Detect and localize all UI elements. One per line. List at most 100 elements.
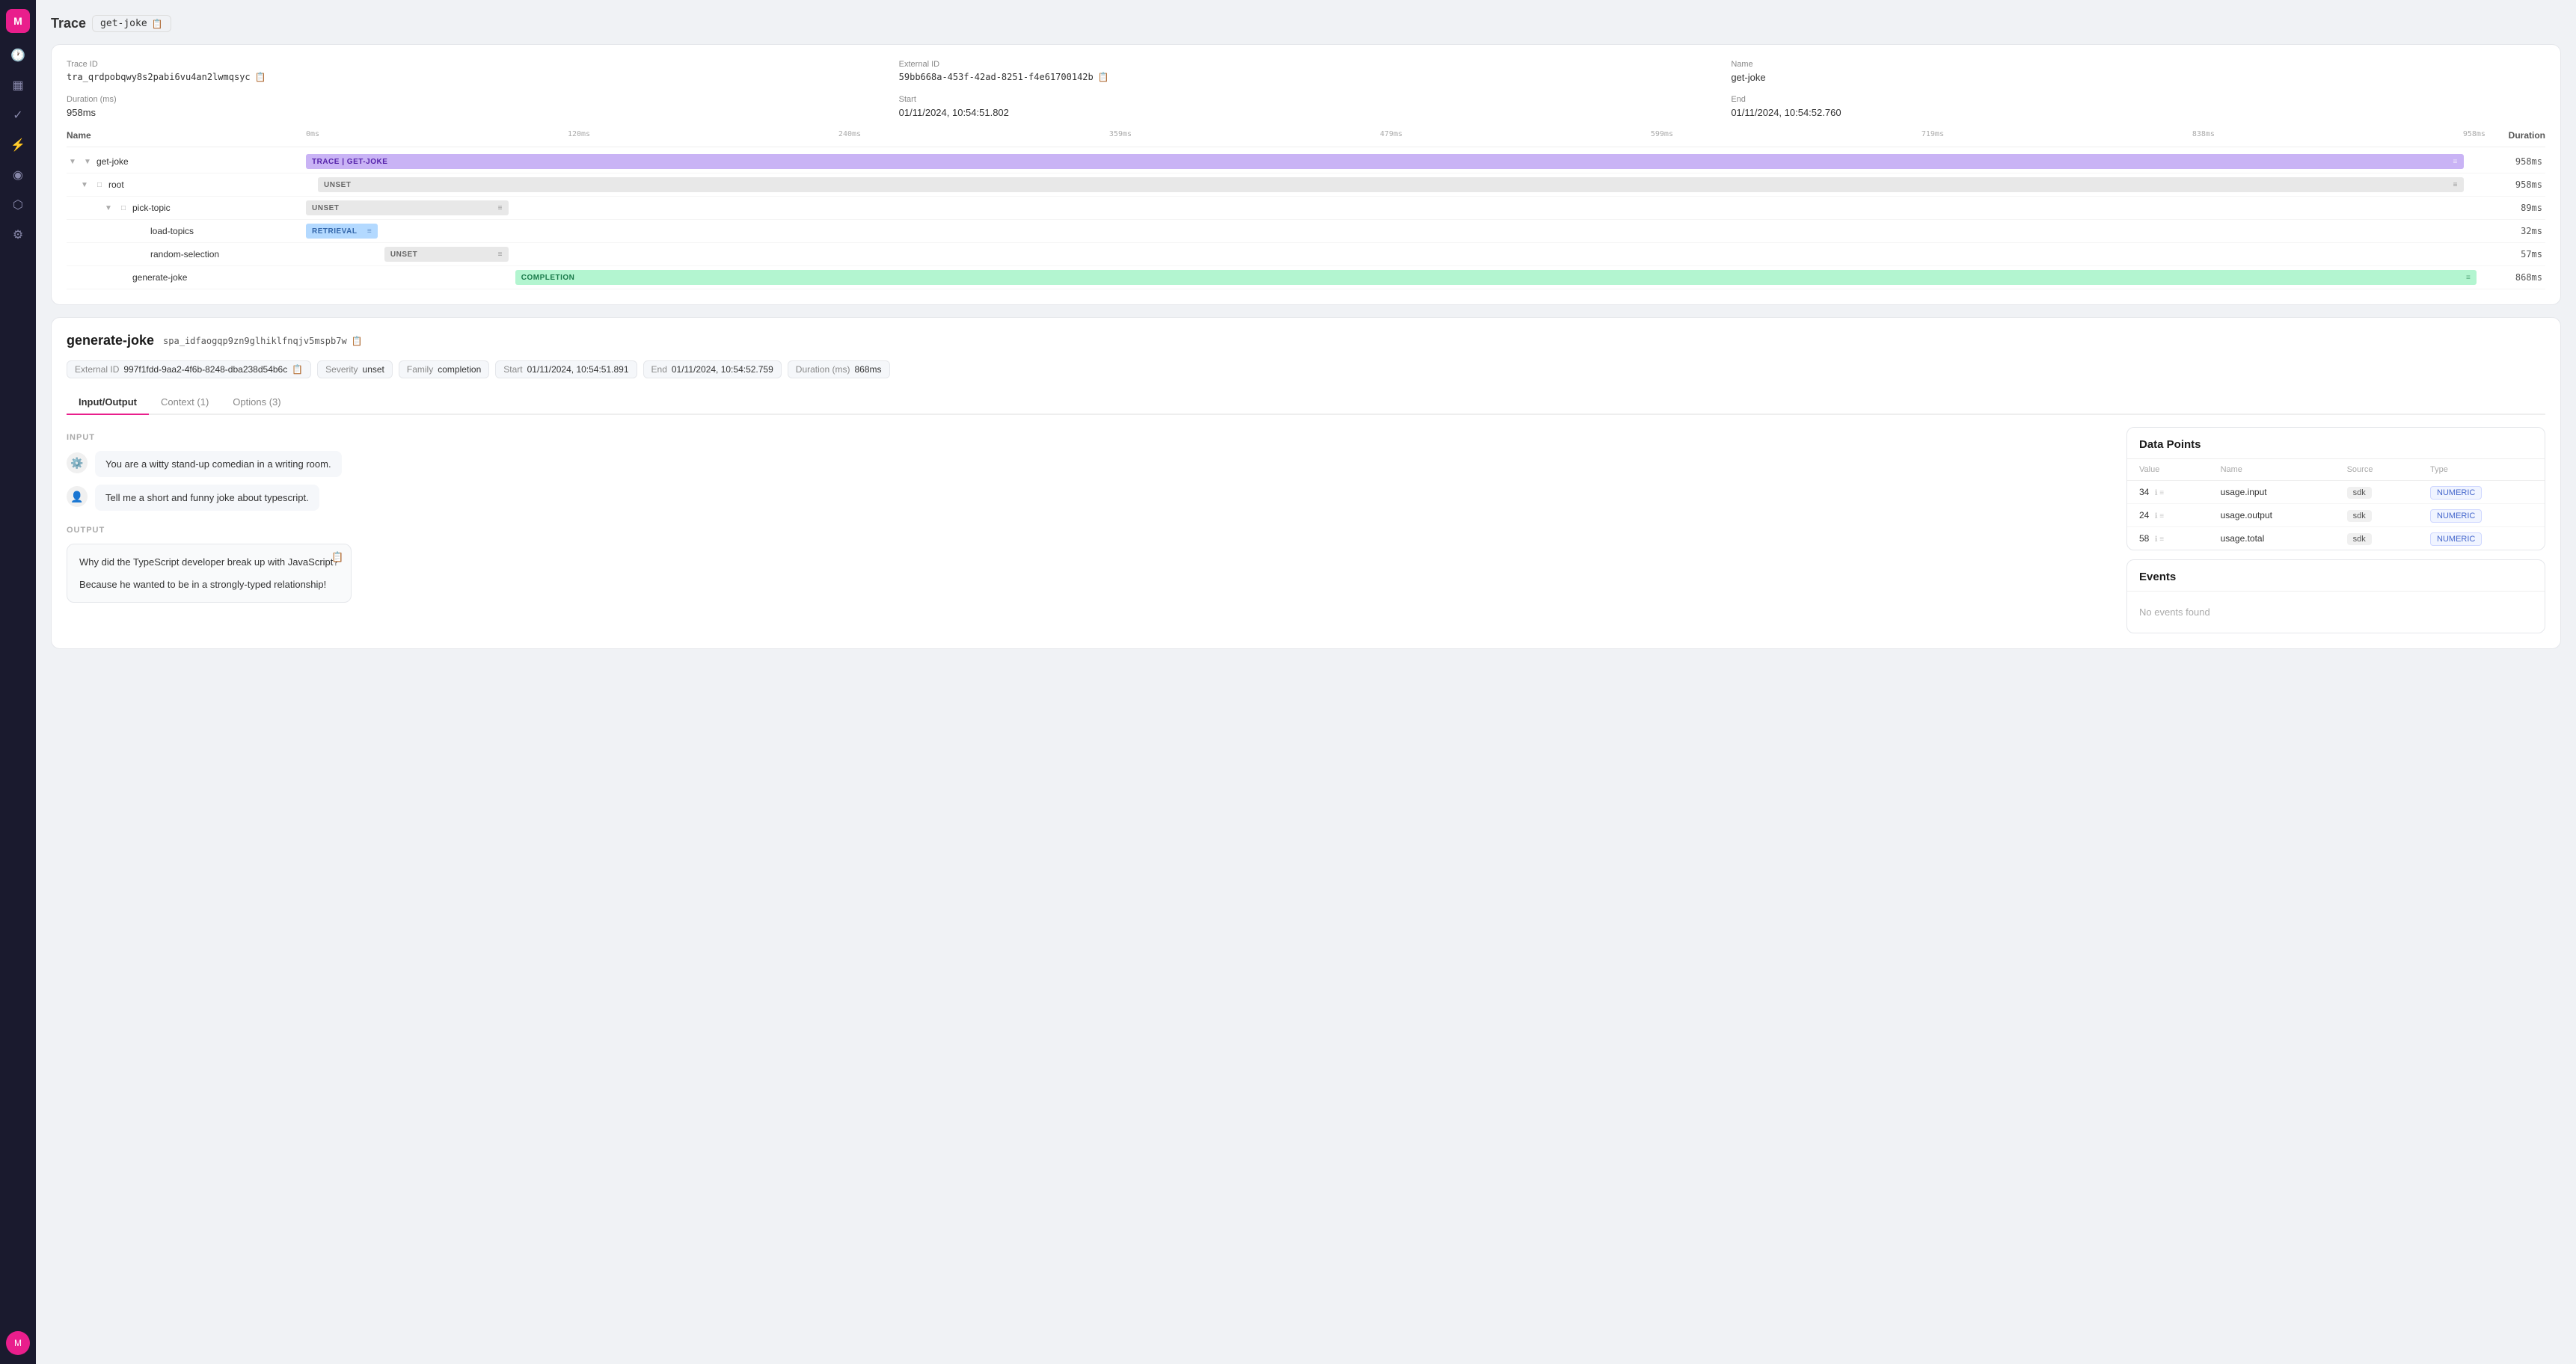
sidebar-item-hexagon[interactable]: ⬡ <box>4 191 31 218</box>
trace-bar-pick-topic: UNSET ≡ <box>306 197 2485 219</box>
trace-name-copy-icon[interactable]: 📋 <box>152 19 163 29</box>
table-row: 58 ℹ ≡ usage.total sdk NUMERIC <box>2127 527 2545 550</box>
sidebar-item-grid[interactable]: ▦ <box>4 72 31 99</box>
trace-metadata-grid: Trace ID tra_qrdpobqwy8s2pabi6vu4an2lwmq… <box>67 60 2545 118</box>
trace-name-badge: get-joke 📋 <box>92 15 171 32</box>
content-split: INPUT ⚙️ You are a witty stand-up comedi… <box>67 427 2545 633</box>
badge-end: End 01/11/2024, 10:54:52.759 <box>643 360 782 378</box>
trace-bar-get-joke: TRACE | GET-JOKE ≡ <box>306 150 2485 173</box>
trace-name-load-topics: load-topics <box>67 223 306 239</box>
span-bar-generate-joke[interactable]: COMPLETION ≡ <box>515 270 2477 285</box>
span-bar-random-selection[interactable]: UNSET ≡ <box>384 247 509 262</box>
expand-pick-topic[interactable]: ▼ <box>102 202 114 214</box>
col-name: Name <box>2209 459 2335 481</box>
span-detail-panel: generate-joke spa_idfaogqp9zn9glhiklfnqj… <box>51 317 2561 649</box>
trace-start-field: Start 01/11/2024, 10:54:51.802 <box>899 95 1714 118</box>
trace-name-generate-joke: generate-joke <box>67 269 306 286</box>
sidebar-item-check[interactable]: ✓ <box>4 102 31 129</box>
events-empty-text: No events found <box>2127 592 2545 633</box>
tab-context[interactable]: Context (1) <box>149 390 221 415</box>
trace-name-random-selection: random-selection <box>67 246 306 262</box>
badge-family: Family completion <box>399 360 489 378</box>
sidebar-item-settings[interactable]: ⚙ <box>4 221 31 248</box>
span-bar-load-topics[interactable]: RETRIEVAL ≡ <box>306 224 378 239</box>
sidebar-logo[interactable]: M <box>6 9 30 33</box>
span-id-copy-icon[interactable]: 📋 <box>352 336 363 346</box>
page-title: Trace <box>51 16 86 31</box>
span-title-row: generate-joke spa_idfaogqp9zn9glhiklfnqj… <box>67 333 2545 348</box>
timeline-header: Name 0ms 120ms 240ms 359ms 479ms 599ms 7… <box>67 130 2545 147</box>
trace-row-generate-joke[interactable]: generate-joke COMPLETION ≡ 868ms <box>67 266 2545 289</box>
chat-messages: ⚙️ You are a witty stand-up comedian in … <box>67 451 2112 511</box>
trace-bar-generate-joke: COMPLETION ≡ <box>306 266 2485 289</box>
timeline-duration-col-header: Duration <box>2485 130 2545 141</box>
trace-metadata-card: Trace ID tra_qrdpobqwy8s2pabi6vu4an2lwmq… <box>51 44 2561 305</box>
trace-id-field: Trace ID tra_qrdpobqwy8s2pabi6vu4an2lwmq… <box>67 60 881 83</box>
user-icon: 👤 <box>67 486 88 507</box>
trace-row-random-selection[interactable]: random-selection UNSET ≡ 57ms <box>67 243 2545 266</box>
trace-duration-field: Duration (ms) 958ms <box>67 95 881 118</box>
span-id-badge: spa_idfaogqp9zn9glhiklfnqjv5mspb7w 📋 <box>163 336 363 346</box>
trace-row-get-joke[interactable]: ▼ ▼ get-joke TRACE | GET-JOKE ≡ 958ms <box>67 150 2545 173</box>
chat-row-user: 👤 Tell me a short and funny joke about t… <box>67 485 2112 511</box>
data-table-header-row: Value Name Source Type <box>2127 459 2545 481</box>
data-points-table: Value Name Source Type 34 ℹ ≡ usage.inpu… <box>2127 459 2545 550</box>
output-card: Why did the TypeScript developer break u… <box>67 544 352 603</box>
span-tabs: Input/Output Context (1) Options (3) <box>67 390 2545 415</box>
badge-severity: Severity unset <box>317 360 393 378</box>
badge-external-id-copy[interactable]: 📋 <box>292 364 303 375</box>
trace-row-root[interactable]: ▼ □ root UNSET ≡ 958ms <box>67 173 2545 197</box>
expand-get-joke[interactable]: ▼ <box>67 156 79 168</box>
trace-bar-random-selection: UNSET ≡ <box>306 243 2485 265</box>
avatar[interactable]: M <box>6 1331 30 1355</box>
system-message: You are a witty stand-up comedian in a w… <box>95 451 342 477</box>
badge-duration: Duration (ms) 868ms <box>788 360 890 378</box>
sidebar-item-circle[interactable]: ◉ <box>4 162 31 188</box>
user-message: Tell me a short and funny joke about typ… <box>95 485 319 511</box>
span-meta-badges: External ID 997f1fdd-9aa2-4f6b-8248-dba2… <box>67 360 2545 378</box>
tab-options[interactable]: Options (3) <box>221 390 292 415</box>
trace-id-copy-icon[interactable]: 📋 <box>255 72 266 82</box>
chat-row-system: ⚙️ You are a witty stand-up comedian in … <box>67 451 2112 477</box>
checkbox-pick-topic[interactable]: □ <box>117 202 129 214</box>
external-id-copy-icon[interactable]: 📋 <box>1098 72 1109 82</box>
output-area: Why did the TypeScript developer break u… <box>67 544 352 603</box>
sidebar-item-lightning[interactable]: ⚡ <box>4 132 31 159</box>
span-bar-get-joke[interactable]: TRACE | GET-JOKE ≡ <box>306 154 2464 169</box>
sidebar: M 🕐 ▦ ✓ ⚡ ◉ ⬡ ⚙ M <box>0 0 36 1364</box>
events-card: Events No events found <box>2126 559 2545 633</box>
col-source: Source <box>2335 459 2418 481</box>
checkbox-root[interactable]: □ <box>93 179 105 191</box>
badge-start: Start 01/11/2024, 10:54:51.891 <box>495 360 637 378</box>
external-id-field: External ID 59bb668a-453f-42ad-8251-f4e6… <box>899 60 1714 83</box>
right-panel: Data Points Value Name Source Type <box>2126 427 2545 633</box>
span-bar-pick-topic[interactable]: UNSET ≡ <box>306 200 509 215</box>
table-row: 24 ℹ ≡ usage.output sdk NUMERIC <box>2127 504 2545 527</box>
events-title: Events <box>2127 560 2545 592</box>
trace-row-load-topics[interactable]: load-topics RETRIEVAL ≡ 32ms <box>67 220 2545 243</box>
io-panel: INPUT ⚙️ You are a witty stand-up comedi… <box>67 427 2112 633</box>
trace-name-root: ▼ □ root <box>79 176 318 194</box>
table-row: 34 ℹ ≡ usage.input sdk NUMERIC <box>2127 481 2545 504</box>
page-title-row: Trace get-joke 📋 <box>51 15 2561 32</box>
input-label: INPUT <box>67 433 2112 442</box>
output-label: OUTPUT <box>67 526 2112 535</box>
data-points-title: Data Points <box>2127 428 2545 459</box>
trace-bar-load-topics: RETRIEVAL ≡ <box>306 220 2485 242</box>
collapse-get-joke[interactable]: ▼ <box>82 156 93 168</box>
col-value: Value <box>2127 459 2209 481</box>
timeline-bar-col-header: 0ms 120ms 240ms 359ms 479ms 599ms 719ms … <box>306 130 2485 141</box>
col-type: Type <box>2418 459 2545 481</box>
main-content: Trace get-joke 📋 Trace ID tra_qrdpobqwy8… <box>36 0 2576 1364</box>
output-copy-button[interactable]: 📋 <box>331 551 343 563</box>
span-bar-root[interactable]: UNSET ≡ <box>318 177 2464 192</box>
trace-row-pick-topic[interactable]: ▼ □ pick-topic UNSET ≡ 89ms <box>67 197 2545 220</box>
trace-name-pick-topic: ▼ □ pick-topic <box>67 199 306 217</box>
tab-input-output[interactable]: Input/Output <box>67 390 149 415</box>
data-points-card: Data Points Value Name Source Type <box>2126 427 2545 550</box>
expand-root[interactable]: ▼ <box>79 179 91 191</box>
trace-name-field: Name get-joke <box>1731 60 2545 83</box>
badge-external-id: External ID 997f1fdd-9aa2-4f6b-8248-dba2… <box>67 360 311 378</box>
trace-name-get-joke: ▼ ▼ get-joke <box>67 153 306 170</box>
sidebar-item-history[interactable]: 🕐 <box>4 42 31 69</box>
